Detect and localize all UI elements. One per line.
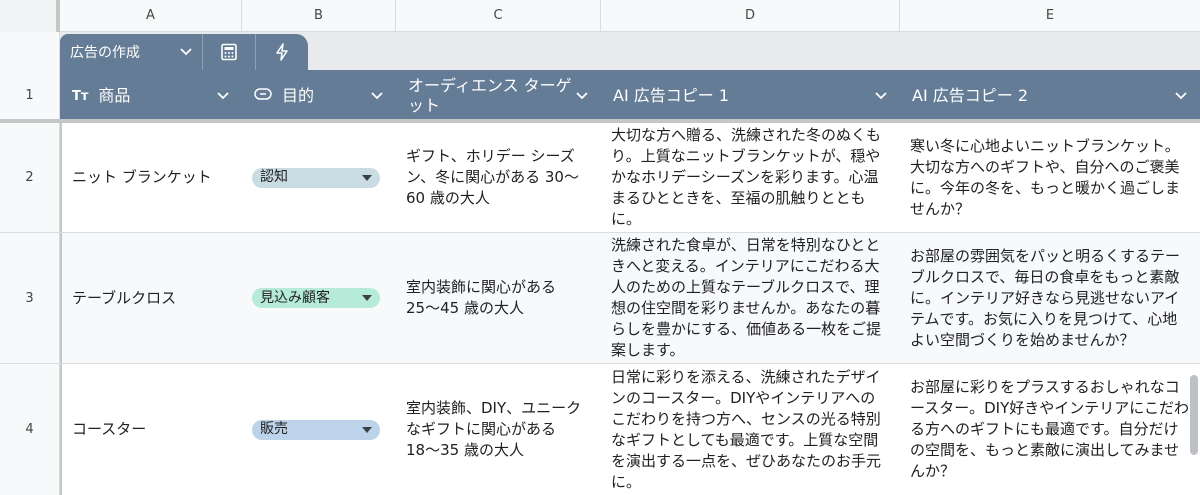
header-copy2-label: AI 広告コピー 2 [912, 86, 1029, 105]
chevron-down-icon[interactable] [874, 92, 888, 100]
row-number[interactable]: 3 [0, 233, 60, 363]
select-all-corner[interactable] [0, 0, 60, 32]
audience-text: 室内装飾、DIY、ユニークなギフトに関心がある 18〜35 歳の大人 [406, 399, 582, 459]
copy1-cell[interactable]: 洗練された食卓が、日常を特別なひとときへと変える。インテリアにこだわる大人のため… [601, 233, 900, 363]
objective-cell[interactable]: 見込み顧客 [242, 233, 396, 363]
objective-cell[interactable]: 販売 [242, 364, 396, 495]
row-number[interactable]: 4 [0, 364, 60, 495]
column-header-bar: A B C D E [0, 0, 1200, 32]
table-tab-bar: 広告の作成 [0, 32, 1200, 70]
audience-text: ギフト、ホリデー シーズン、冬に関心がある 30〜60 歳の大人 [406, 147, 579, 207]
column-letter-b[interactable]: B [242, 0, 396, 32]
row-number[interactable]: 2 [0, 123, 60, 232]
copy2-cell[interactable]: お部屋に彩りをプラスするおしゃれなコースター。DIY好きやインテリアにこだわる方… [900, 364, 1200, 495]
header-product-label: 商品 [98, 86, 131, 105]
column-letter-c[interactable]: C [396, 0, 601, 32]
lightning-icon[interactable] [256, 34, 308, 70]
dropdown-chip-icon [254, 88, 272, 104]
copy2-text: お部屋に彩りをプラスするおしゃれなコースター。DIY好きやインテリアにこだわる方… [910, 378, 1189, 480]
header-objective-label: 目的 [282, 86, 315, 105]
dropdown-arrow-icon[interactable] [362, 295, 372, 301]
text-type-icon: Tт [72, 88, 89, 104]
product-text: ニット ブランケット [72, 168, 212, 186]
objective-chip[interactable]: 見込み顧客 [252, 288, 380, 308]
product-cell[interactable]: コースター [60, 364, 242, 495]
objective-chip[interactable]: 認知 [252, 167, 380, 188]
tab-row-header [0, 32, 60, 70]
chevron-down-icon[interactable] [180, 44, 192, 60]
objective-chip[interactable]: 販売 [252, 419, 380, 440]
product-text: コースター [72, 420, 147, 438]
table-tabs: 広告の作成 [60, 34, 308, 70]
header-copy1-label: AI 広告コピー 1 [613, 86, 730, 105]
calculator-icon[interactable] [203, 34, 256, 70]
product-text: テーブルクロス [72, 288, 177, 307]
copy1-text: 日常に彩りを添える、洗練されたデザインのコースター。DIYやインテリアへのこだわ… [611, 367, 882, 491]
copy1-cell[interactable]: 日常に彩りを添える、洗練されたデザインのコースター。DIYやインテリアへのこだわ… [601, 364, 900, 495]
copy2-text: 寒い冬に心地よいニットブランケット。大切な方へのギフトや、自分へのご褒美に。今年… [910, 136, 1181, 218]
copy2-cell[interactable]: 寒い冬に心地よいニットブランケット。大切な方へのギフトや、自分へのご褒美に。今年… [900, 123, 1200, 232]
copy2-text: お部屋の雰囲気をパッと明るくするテーブルクロスで、毎日の食卓をもっと素敵に。イン… [910, 246, 1181, 349]
audience-text: 室内装飾に関心がある 25〜45 歳の大人 [406, 278, 557, 317]
dropdown-arrow-icon[interactable] [362, 426, 372, 433]
header-copy1[interactable]: AI 広告コピー 1 [601, 70, 900, 122]
header-audience[interactable]: オーディエンス ターゲット [396, 70, 601, 122]
table-name-label: 広告の作成 [70, 45, 140, 61]
dropdown-arrow-icon[interactable] [362, 174, 372, 181]
audience-cell[interactable]: 室内装飾に関心がある 25〜45 歳の大人 [396, 233, 601, 363]
audience-cell[interactable]: ギフト、ホリデー シーズン、冬に関心がある 30〜60 歳の大人 [396, 123, 601, 232]
header-audience-label: オーディエンス ターゲット [408, 76, 572, 115]
column-letter-a[interactable]: A [60, 0, 242, 32]
table-row: 2 ニット ブランケット 認知 ギフト、ホリデー シーズン、冬に関心がある 30… [0, 123, 1200, 233]
product-cell[interactable]: テーブルクロス [60, 233, 242, 363]
objective-cell[interactable]: 認知 [242, 123, 396, 232]
table-row: 4 コースター 販売 室内装飾、DIY、ユニークなギフトに関心がある 18〜35… [0, 364, 1200, 495]
product-cell[interactable]: ニット ブランケット [60, 123, 242, 232]
header-product[interactable]: Tт 商品 [60, 70, 242, 122]
copy1-cell[interactable]: 大切な方へ贈る、洗練された冬のぬくもり。上質なニットブランケットが、穏やかなホリ… [601, 123, 900, 232]
chevron-down-icon[interactable] [575, 92, 589, 100]
audience-cell[interactable]: 室内装飾、DIY、ユニークなギフトに関心がある 18〜35 歳の大人 [396, 364, 601, 495]
chevron-down-icon[interactable] [370, 92, 384, 100]
chevron-down-icon[interactable] [216, 92, 230, 100]
table-header-row: 1 Tт 商品 目的 オーディエンス ターゲット AI 広告コピー 1 AI 広… [0, 70, 1200, 122]
objective-chip-label: 認知 [260, 169, 288, 185]
objective-chip-label: 販売 [260, 421, 288, 437]
copy2-cell[interactable]: お部屋の雰囲気をパッと明るくするテーブルクロスで、毎日の食卓をもっと素敵に。イン… [900, 233, 1200, 363]
vertical-scrollbar[interactable] [1190, 375, 1198, 455]
header-copy2[interactable]: AI 広告コピー 2 [900, 70, 1200, 122]
copy1-text: 洗練された食卓が、日常を特別なひとときへと変える。インテリアにこだわる大人のため… [611, 236, 882, 359]
column-letter-e[interactable]: E [900, 0, 1200, 32]
table-name-tab[interactable]: 広告の作成 [60, 34, 203, 70]
header-objective[interactable]: 目的 [242, 70, 396, 122]
row-number[interactable]: 1 [0, 70, 60, 122]
copy1-text: 大切な方へ贈る、洗練された冬のぬくもり。上質なニットブランケットが、穏やかなホリ… [611, 126, 882, 228]
column-letter-d[interactable]: D [601, 0, 900, 32]
table-row: 3 テーブルクロス 見込み顧客 室内装飾に関心がある 25〜45 歳の大人 洗練… [0, 233, 1200, 364]
chevron-down-icon[interactable] [1174, 92, 1188, 100]
objective-chip-label: 見込み顧客 [260, 289, 330, 306]
